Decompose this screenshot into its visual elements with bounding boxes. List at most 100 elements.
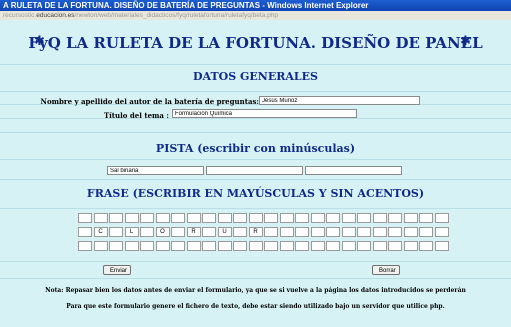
divider xyxy=(0,208,511,209)
letter-cell[interactable] xyxy=(78,227,92,237)
letter-cell[interactable] xyxy=(341,213,356,223)
author-input[interactable] xyxy=(259,96,420,105)
letter-cell[interactable] xyxy=(233,241,247,251)
letter-cell[interactable] xyxy=(202,227,216,237)
letter-cell[interactable] xyxy=(403,213,418,223)
letter-cell[interactable] xyxy=(93,213,108,223)
page-title: FyQ LA RULETA DE LA FORTUNA. DISEÑO DE P… xyxy=(28,34,483,52)
letter-cell[interactable] xyxy=(295,227,309,237)
letter-cell[interactable] xyxy=(155,241,170,251)
letter-cell[interactable]: R xyxy=(248,227,263,237)
letter-cell[interactable] xyxy=(388,241,402,251)
pista-input-2[interactable] xyxy=(206,166,303,175)
letter-cell[interactable] xyxy=(341,241,356,251)
letter-cell[interactable] xyxy=(264,241,278,251)
letter-cell[interactable] xyxy=(295,241,309,251)
letter-cell[interactable] xyxy=(279,241,294,251)
letter-cell[interactable] xyxy=(357,227,371,237)
letter-cell[interactable] xyxy=(140,241,154,251)
letter-cell[interactable] xyxy=(419,213,433,223)
letter-cell[interactable] xyxy=(388,227,402,237)
divider xyxy=(0,159,511,160)
letter-cell[interactable] xyxy=(248,213,263,223)
section-heading-frase: FRASE (ESCRIBIR EN MAYÚSCULAS Y SIN ACEN… xyxy=(86,187,425,200)
letter-cell[interactable] xyxy=(186,241,201,251)
author-label: Nombre y apellido del autor de la baterí… xyxy=(40,97,259,106)
letter-cell[interactable] xyxy=(326,227,340,237)
letter-cell[interactable] xyxy=(310,241,325,251)
pista-input-3[interactable] xyxy=(305,166,402,175)
letter-cell[interactable] xyxy=(419,227,433,237)
letter-cell[interactable]: R xyxy=(186,227,201,237)
letter-cell[interactable] xyxy=(326,241,340,251)
letter-cell[interactable]: C xyxy=(93,227,108,237)
letter-cell[interactable] xyxy=(217,213,232,223)
address-bar[interactable]: recursostic.educacion.es/newton/web/mate… xyxy=(0,11,511,20)
url-rest: /newton/web/materiales_didacticos/fyq/ru… xyxy=(74,12,278,19)
letter-cell[interactable] xyxy=(78,213,92,223)
letter-cell[interactable] xyxy=(388,213,402,223)
divider xyxy=(0,64,511,65)
letter-cell[interactable] xyxy=(202,241,216,251)
letter-cell[interactable] xyxy=(202,213,216,223)
letter-cell[interactable] xyxy=(233,213,247,223)
letter-cell[interactable] xyxy=(341,227,356,237)
letter-cell[interactable] xyxy=(310,227,325,237)
letter-cell[interactable] xyxy=(171,227,185,237)
letter-cell[interactable] xyxy=(419,241,433,251)
letter-cell[interactable]: L xyxy=(124,227,139,237)
divider xyxy=(0,91,511,92)
letter-cell[interactable] xyxy=(109,241,123,251)
letter-cell[interactable] xyxy=(140,227,154,237)
letter-cell[interactable] xyxy=(109,213,123,223)
letter-cell[interactable] xyxy=(310,213,325,223)
submit-button[interactable]: Enviar xyxy=(103,265,131,275)
letter-cell[interactable] xyxy=(78,241,92,251)
pista-input-1[interactable] xyxy=(107,166,204,175)
letter-cell[interactable] xyxy=(264,227,278,237)
letter-cell[interactable] xyxy=(140,213,154,223)
letter-cell[interactable] xyxy=(171,213,185,223)
letter-cell[interactable] xyxy=(93,241,108,251)
page-content: ✱ FyQ LA RULETA DE LA FORTUNA. DISEÑO DE… xyxy=(0,20,511,327)
letter-cell[interactable] xyxy=(217,241,232,251)
letter-cell[interactable] xyxy=(372,213,387,223)
letter-cell[interactable] xyxy=(326,213,340,223)
letter-cell[interactable]: O xyxy=(155,227,170,237)
letter-cell[interactable] xyxy=(434,213,449,223)
section-heading-datos: DATOS GENERALES xyxy=(193,70,318,83)
url-domain: educacion.es xyxy=(36,12,75,19)
letter-cell[interactable] xyxy=(372,241,387,251)
letter-cell[interactable] xyxy=(357,241,371,251)
letter-cell[interactable] xyxy=(186,213,201,223)
topic-input[interactable] xyxy=(172,109,357,118)
letter-cell[interactable] xyxy=(155,213,170,223)
letter-cell[interactable] xyxy=(434,227,449,237)
note-text: Nota: Repasar bien los datos antes de en… xyxy=(45,287,466,294)
letter-cell[interactable] xyxy=(372,227,387,237)
letter-cell[interactable] xyxy=(403,241,418,251)
section-heading-pista: PISTA (escribir con minúsculas) xyxy=(155,142,356,155)
letter-cell[interactable] xyxy=(279,213,294,223)
divider xyxy=(0,261,511,262)
letter-cell[interactable] xyxy=(295,213,309,223)
letter-cell[interactable] xyxy=(124,213,139,223)
divider xyxy=(0,278,511,279)
letter-cell[interactable] xyxy=(124,241,139,251)
letter-cell[interactable] xyxy=(233,227,247,237)
topic-label: Título del tema : xyxy=(103,111,169,120)
divider xyxy=(0,132,511,133)
letter-cell[interactable] xyxy=(248,241,263,251)
url-prefix: recursostic. xyxy=(3,12,37,19)
asterisk-icon: ✱ xyxy=(460,34,471,49)
letter-cell[interactable] xyxy=(264,213,278,223)
letter-cell[interactable] xyxy=(109,227,123,237)
letter-cell[interactable] xyxy=(171,241,185,251)
letter-cell[interactable] xyxy=(403,227,418,237)
letter-cell[interactable]: U xyxy=(217,227,232,237)
server-note-text: Para que este formulario genere el fiche… xyxy=(66,303,445,310)
letter-cell[interactable] xyxy=(279,227,294,237)
reset-button[interactable]: Borrar xyxy=(372,265,400,275)
letter-cell[interactable] xyxy=(357,213,371,223)
letter-cell[interactable] xyxy=(434,241,449,251)
